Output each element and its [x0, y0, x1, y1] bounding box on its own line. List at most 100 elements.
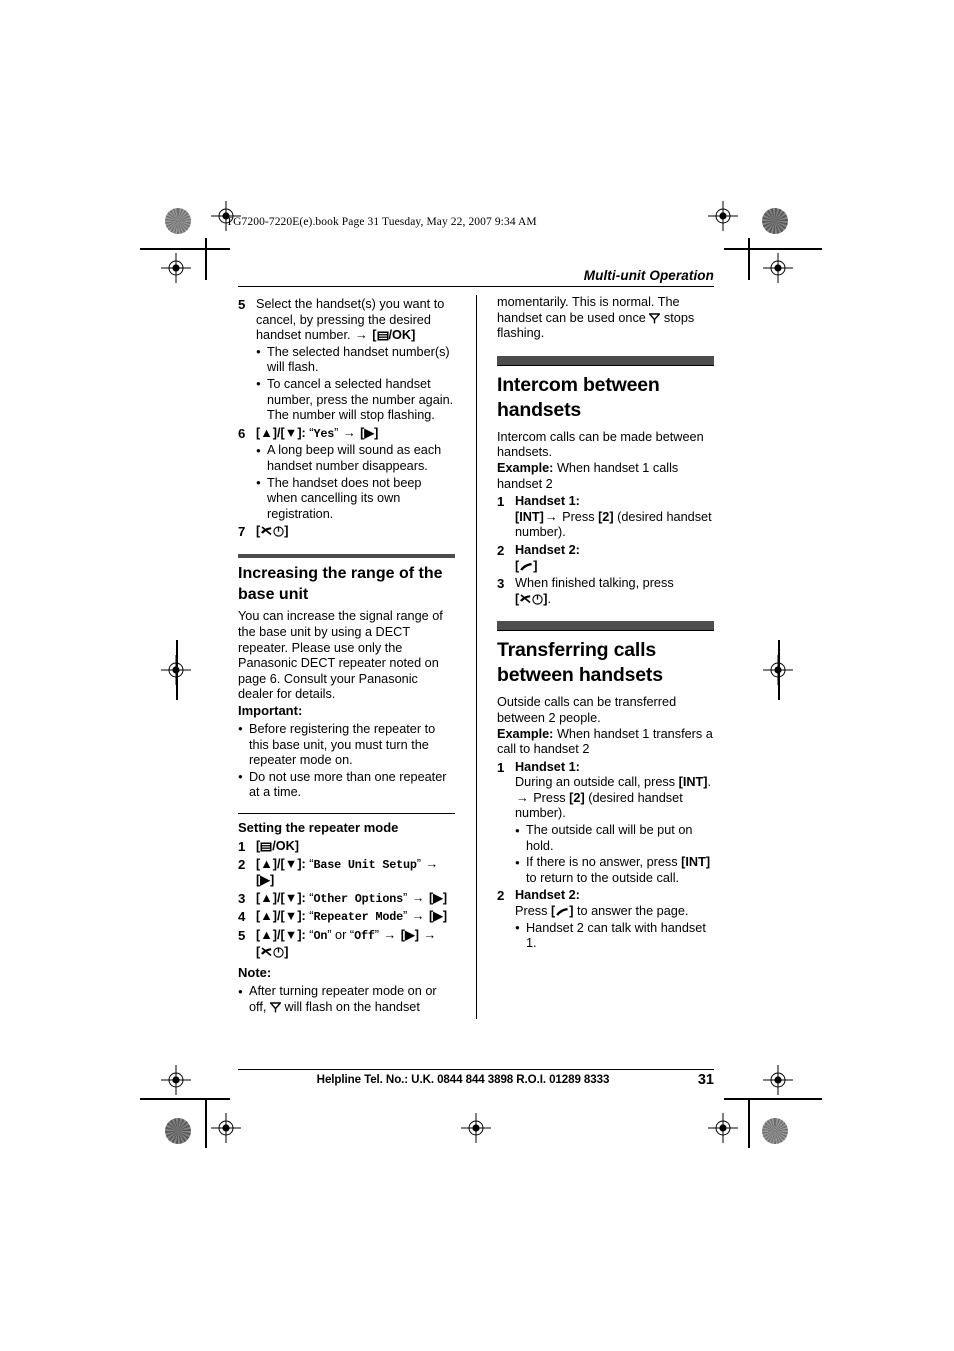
bullet-item: If there is no answer, press [INT] to re… — [515, 855, 714, 886]
digit-2-key: [2] — [569, 790, 585, 805]
registration-mark-lower-right — [763, 1065, 793, 1095]
lcd-quote-close: ” — [374, 927, 379, 942]
step-body: [▲]/[▼]: “Yes” → [▶] — [256, 426, 455, 443]
example-label: Example: — [497, 460, 554, 475]
phone-talk-icon — [555, 906, 569, 917]
phone-off-icon — [519, 593, 532, 605]
step-body: [▲]/[▼]: “Base Unit Setup” → [▶] — [256, 857, 455, 889]
step-number: 1 — [497, 759, 505, 775]
handset-label: Handset 2: — [515, 888, 580, 903]
page-footer: Helpline Tel. No.: U.K. 0844 844 3898 R.… — [238, 1069, 714, 1091]
lcd-quote-close: ” — [402, 890, 408, 905]
step-number: 3 — [238, 890, 246, 906]
transfer-step-1-bullets: The outside call will be put on hold. If… — [515, 823, 714, 886]
step-body: Handset 2: Press [] to answer the page. … — [515, 888, 714, 951]
arrow-icon: → — [544, 509, 558, 524]
arrow-icon: → — [342, 425, 356, 440]
updown-key: [▲]/[▼]: — [256, 909, 306, 924]
off-power-key: [] — [256, 944, 289, 959]
updown-key: [▲]/[▼]: — [256, 890, 306, 905]
lcd-quote-close: ” — [334, 425, 339, 440]
arrow-icon: → — [355, 328, 368, 343]
lcd-text: Repeater Mode — [313, 910, 404, 925]
lcd-quote-close: ” — [416, 856, 421, 871]
step-number: 1 — [497, 494, 505, 510]
press-before: Press — [515, 904, 551, 919]
footer-row: Helpline Tel. No.: U.K. 0844 844 3898 R.… — [238, 1072, 714, 1091]
handset-label: Handset 1: — [515, 494, 580, 509]
press-text: Press — [529, 790, 570, 805]
repeater-step-3: 3 [▲]/[▼]: “Other Options” → [▶] — [238, 891, 455, 908]
arrow-icon: → — [425, 856, 439, 871]
talk-key: [] — [550, 904, 574, 919]
step-5: 5 Select the handset(s) you want to canc… — [238, 297, 455, 344]
transfer-section-rule — [497, 630, 714, 632]
crop-line-bottom-left — [140, 1098, 230, 1100]
transfer-example: Example: When handset 1 transfers a call… — [497, 727, 714, 758]
bullet-item: Do not use more than one repeater at a t… — [238, 769, 455, 801]
step-body: Handset 1: During an outside call, press… — [515, 760, 714, 887]
press-text: Press — [558, 509, 599, 524]
intercom-step-2: 2 Handset 2: [] — [497, 543, 714, 574]
phone-off-icon — [260, 525, 273, 537]
step-number: 2 — [497, 542, 505, 558]
footer-rule — [238, 1069, 714, 1070]
left-column: 5 Select the handset(s) you want to canc… — [238, 295, 455, 1037]
lcd-text: Other Options — [313, 891, 404, 906]
intercom-body: Intercom calls can be made between hands… — [497, 429, 704, 460]
handset-label: Handset 2: — [515, 542, 580, 557]
menu-icon — [260, 842, 272, 852]
lcd-text: Base Unit Setup — [313, 857, 417, 872]
bullet-text-before: If there is no answer, press — [526, 855, 682, 870]
crop-line-right-vertical-bottom — [748, 1098, 750, 1148]
off-power-key: [] — [256, 524, 289, 539]
repeater-step-5: 5 [▲]/[▼]: “On” or “Off” → [▶] → [] — [238, 928, 455, 960]
header-rule — [238, 286, 714, 287]
step-body: Handset 2: [] — [515, 543, 714, 574]
lcd-text-on: On — [313, 928, 328, 943]
step-number: 4 — [238, 909, 246, 925]
note-label: Note: — [238, 965, 272, 981]
intercom-step-3: 3 When finished talking, press []. — [497, 576, 714, 607]
step-body: [/OK] — [256, 839, 455, 855]
intercom-step-1: 1 Handset 1: [INT]→ Press [2] (desired h… — [497, 494, 714, 541]
crop-line-left-vertical — [205, 238, 207, 280]
important-bullets: Before registering the repeater to this … — [238, 721, 455, 801]
step-number: 5 — [238, 927, 246, 943]
range-section-bar — [238, 553, 455, 559]
repeater-step-2: 2 [▲]/[▼]: “Base Unit Setup” → [▶] — [238, 857, 455, 889]
phone-off-icon — [260, 946, 273, 958]
registration-mark-upper-right — [763, 253, 793, 283]
color-swatch-top-left — [165, 208, 191, 234]
power-icon — [273, 526, 284, 537]
registration-mark-mid-left — [161, 655, 191, 685]
menu-ok-label: /OK — [272, 838, 295, 853]
lcd-quote-close: ” — [402, 909, 408, 924]
column-gap — [455, 295, 497, 1037]
bullet-item: Handset 2 can talk with handset 1. — [515, 920, 714, 952]
intercom-section-title: Intercom between handsets — [497, 373, 660, 421]
step-6-bullets: A long beep will sound as each handset n… — [238, 443, 455, 522]
step-number: 5 — [238, 297, 246, 312]
right-key: [▶] — [256, 873, 275, 888]
arrow-icon: → — [411, 890, 425, 905]
int-key: [INT] — [681, 855, 711, 870]
step-body: Select the handset(s) you want to cancel… — [256, 297, 455, 344]
step-body: [▲]/[▼]: “On” or “Off” → [▶] → [] — [256, 928, 455, 960]
color-swatch-top-right — [762, 208, 788, 234]
example-label: Example: — [497, 726, 554, 741]
registration-mark-mid-right — [763, 655, 793, 685]
bullet-item: The outside call will be put on hold. — [515, 823, 714, 854]
repeater-section-title: Setting the repeater mode — [238, 819, 399, 835]
important-label: Important: — [238, 702, 303, 718]
step-5-bullets: The selected handset number(s) will flas… — [238, 344, 455, 424]
file-slug: TG7200-7220E(e).book Page 31 Tuesday, Ma… — [226, 216, 537, 228]
arrow-icon: → — [423, 927, 437, 942]
step-body: Handset 1: [INT]→ Press [2] (desired han… — [515, 494, 714, 541]
intercom-section-bar — [497, 355, 714, 365]
arrow-icon: → — [516, 790, 529, 805]
registration-mark-bottom-center — [461, 1113, 491, 1143]
step-body: When finished talking, press []. — [515, 576, 714, 607]
repeater-step-1: 1 [/OK] — [238, 839, 455, 855]
step-5-text: Select the handset(s) you want to cancel… — [256, 297, 445, 343]
